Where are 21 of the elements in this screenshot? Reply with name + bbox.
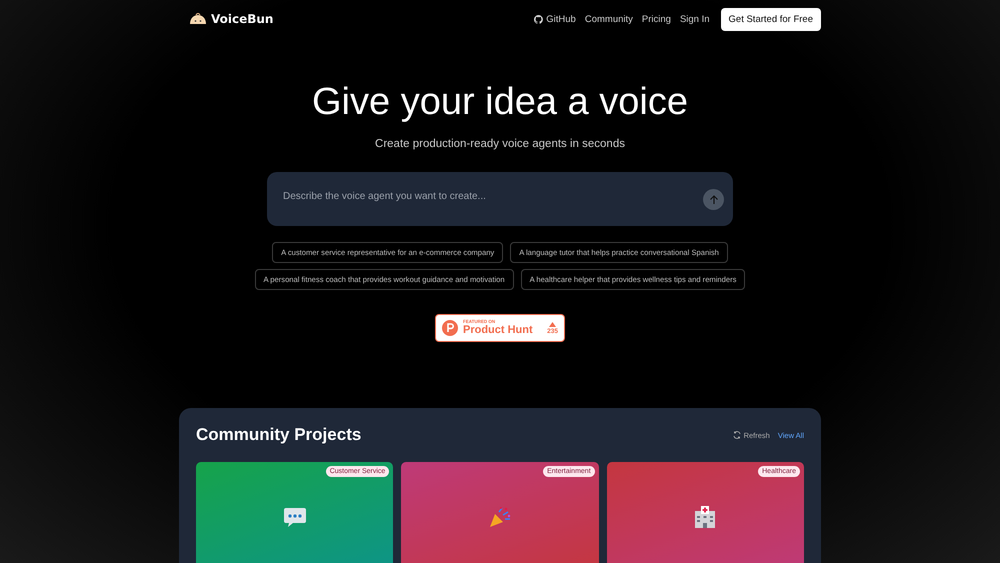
- party-popper-icon: [488, 506, 511, 528]
- bun-logo-icon: [189, 12, 207, 26]
- nav-link[interactable]: GitHub: [534, 14, 576, 24]
- get-started-button[interactable]: Get Started for Free: [720, 8, 821, 30]
- hero-title: Give your idea a voice: [311, 81, 689, 124]
- prompt-field[interactable]: Describe the voice agent you want to create...: [283, 191, 643, 202]
- product-hunt-name: Product Hunt: [463, 324, 533, 336]
- speech-bubble-icon: [284, 507, 306, 527]
- hero-subtitle: Create production-ready voice agents in seconds: [374, 138, 626, 150]
- nav-link[interactable]: Community: [584, 14, 633, 24]
- section-title: Community Projects: [196, 425, 362, 445]
- nav-link[interactable]: Pricing: [642, 14, 671, 24]
- hospital-icon: [694, 506, 716, 528]
- nav-link[interactable]: Sign In: [680, 14, 710, 24]
- send-button[interactable]: [703, 189, 724, 210]
- product-hunt-logo-icon: [442, 320, 458, 336]
- github-icon: [534, 14, 544, 24]
- arrow-up-icon: [708, 194, 718, 204]
- brand-name[interactable]: VoiceBun: [211, 12, 274, 26]
- refresh-icon: [732, 431, 741, 439]
- upvote-icon: [549, 322, 556, 326]
